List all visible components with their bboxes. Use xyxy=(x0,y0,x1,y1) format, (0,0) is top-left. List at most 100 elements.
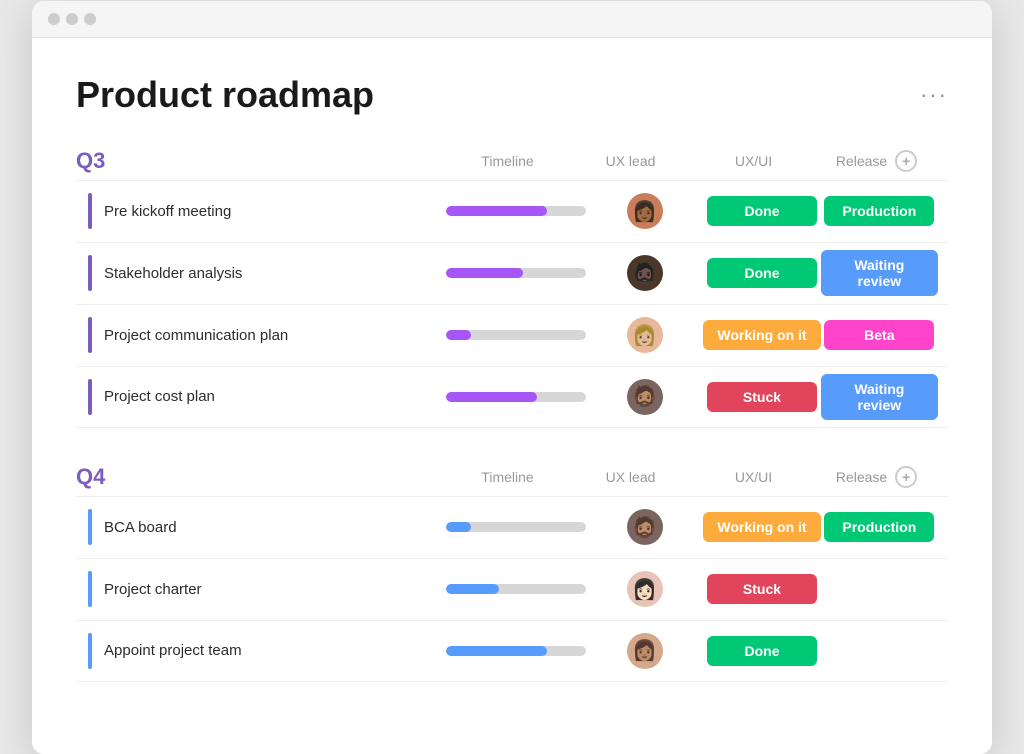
row-name-text: Pre kickoff meeting xyxy=(104,203,231,220)
avatar-cell: 👩🏻 xyxy=(586,571,703,607)
row-name: Project communication plan xyxy=(76,309,446,361)
add-column-button[interactable]: + xyxy=(895,466,917,488)
table-row: Pre kickoff meeting 👩🏾 DoneProduction xyxy=(76,180,948,242)
timeline-bar-cell xyxy=(446,392,586,402)
row-accent-bar xyxy=(88,255,92,291)
status-badge[interactable]: Stuck xyxy=(707,382,817,412)
titlebar xyxy=(32,1,992,38)
section-q4: Q4TimelineUX leadUX/UIRelease+BCA board🧔… xyxy=(76,464,948,682)
col-label-ux-lead: UX lead xyxy=(569,153,692,169)
traffic-light-yellow xyxy=(66,13,78,25)
timeline-bar-cell xyxy=(446,206,586,216)
avatar-cell: 🧔🏿 xyxy=(586,255,703,291)
avatar-cell: 🧔🏽 xyxy=(586,379,703,415)
release-status-cell: Waiting review xyxy=(821,374,938,420)
row-name-text: BCA board xyxy=(104,519,177,536)
progress-fill xyxy=(446,646,547,656)
uxui-status-cell: Stuck xyxy=(703,382,820,412)
uxui-status-cell: Done xyxy=(703,258,820,288)
add-column-button[interactable]: + xyxy=(895,150,917,172)
table-row: Project charter 👩🏻 Stuck xyxy=(76,558,948,620)
row-accent-bar xyxy=(88,379,92,415)
section-header-q3: Q3TimelineUX leadUX/UI Release + xyxy=(76,148,948,174)
row-name-text: Project charter xyxy=(104,581,202,598)
uxui-status-cell: Working on it xyxy=(703,320,820,350)
progress-track xyxy=(446,206,586,216)
progress-fill xyxy=(446,522,471,532)
status-badge[interactable]: Done xyxy=(707,636,817,666)
section-title-q4: Q4 xyxy=(76,464,446,490)
progress-fill xyxy=(446,268,523,278)
status-badge[interactable]: Working on it xyxy=(703,320,820,350)
avatar: 👩🏾 xyxy=(627,193,663,229)
avatar: 🧔🏿 xyxy=(627,255,663,291)
timeline-bar-cell xyxy=(446,330,586,340)
col-label-timeline: Timeline xyxy=(446,153,569,169)
avatar: 👩🏼 xyxy=(627,317,663,353)
traffic-light-green xyxy=(84,13,96,25)
table-row: BCA board 🧔🏽 Working on itProduction xyxy=(76,496,948,558)
release-badge[interactable]: Production xyxy=(824,196,934,226)
table-row: Stakeholder analysis 🧔🏿 DoneWaiting review xyxy=(76,242,948,304)
avatar-cell: 👩🏽 xyxy=(586,633,703,669)
main-content: Product roadmap ··· Q3TimelineUX leadUX/… xyxy=(32,38,992,754)
timeline-bar-cell xyxy=(446,522,586,532)
release-status-cell: Waiting review xyxy=(821,250,938,296)
row-accent-bar xyxy=(88,633,92,669)
release-status-cell: Production xyxy=(821,512,938,542)
row-name-text: Stakeholder analysis xyxy=(104,265,242,282)
avatar: 🧔🏽 xyxy=(627,509,663,545)
row-name: Project charter xyxy=(76,563,446,615)
status-badge[interactable]: Working on it xyxy=(703,512,820,542)
status-badge[interactable]: Done xyxy=(707,196,817,226)
row-name-text: Project communication plan xyxy=(104,327,288,344)
progress-track xyxy=(446,584,586,594)
avatar-cell: 👩🏾 xyxy=(586,193,703,229)
section-q3: Q3TimelineUX leadUX/UI Release + Pre kickof… xyxy=(76,148,948,428)
avatar: 👩🏻 xyxy=(627,571,663,607)
timeline-bar-cell xyxy=(446,646,586,656)
release-status-cell: Production xyxy=(821,196,938,226)
avatar-cell: 👩🏼 xyxy=(586,317,703,353)
uxui-status-cell: Done xyxy=(703,636,820,666)
release-badge[interactable]: Waiting review xyxy=(821,250,938,296)
progress-track xyxy=(446,522,586,532)
row-name: BCA board xyxy=(76,501,446,553)
section-header-q4: Q4TimelineUX leadUX/UIRelease+ xyxy=(76,464,948,490)
progress-track xyxy=(446,392,586,402)
row-accent-bar xyxy=(88,193,92,229)
table-row: Project cost plan 🧔🏽StuckWaiting review xyxy=(76,366,948,428)
release-badge[interactable]: Production xyxy=(824,512,934,542)
col-label-timeline: Timeline xyxy=(446,469,569,485)
avatar: 👩🏽 xyxy=(627,633,663,669)
progress-track xyxy=(446,646,586,656)
release-badge[interactable]: Beta xyxy=(824,320,934,350)
timeline-bar-cell xyxy=(446,268,586,278)
more-options-button[interactable]: ··· xyxy=(920,82,948,108)
col-label-text: Release xyxy=(836,153,887,169)
col-label-ux-ui: UX/UI xyxy=(692,153,815,169)
status-badge[interactable]: Done xyxy=(707,258,817,288)
uxui-status-cell: Stuck xyxy=(703,574,820,604)
progress-fill xyxy=(446,206,547,216)
traffic-light-red xyxy=(48,13,60,25)
status-badge[interactable]: Stuck xyxy=(707,574,817,604)
progress-fill xyxy=(446,584,499,594)
row-name: Project cost plan xyxy=(76,371,446,423)
progress-fill xyxy=(446,392,537,402)
progress-fill xyxy=(446,330,471,340)
row-name: Appoint project team xyxy=(76,625,446,677)
progress-track xyxy=(446,268,586,278)
col-label-text: Release xyxy=(836,469,887,485)
col-label-release: Release + xyxy=(815,466,938,488)
release-badge[interactable]: Waiting review xyxy=(821,374,938,420)
app-window: Product roadmap ··· Q3TimelineUX leadUX/… xyxy=(32,1,992,754)
progress-track xyxy=(446,330,586,340)
section-title-q3: Q3 xyxy=(76,148,446,174)
uxui-status-cell: Done xyxy=(703,196,820,226)
row-name-text: Project cost plan xyxy=(104,388,215,405)
page-header: Product roadmap ··· xyxy=(76,74,948,116)
row-accent-bar xyxy=(88,509,92,545)
avatar-cell: 🧔🏽 xyxy=(586,509,703,545)
sections-container: Q3TimelineUX leadUX/UIRelease+Pre kickof… xyxy=(76,148,948,682)
